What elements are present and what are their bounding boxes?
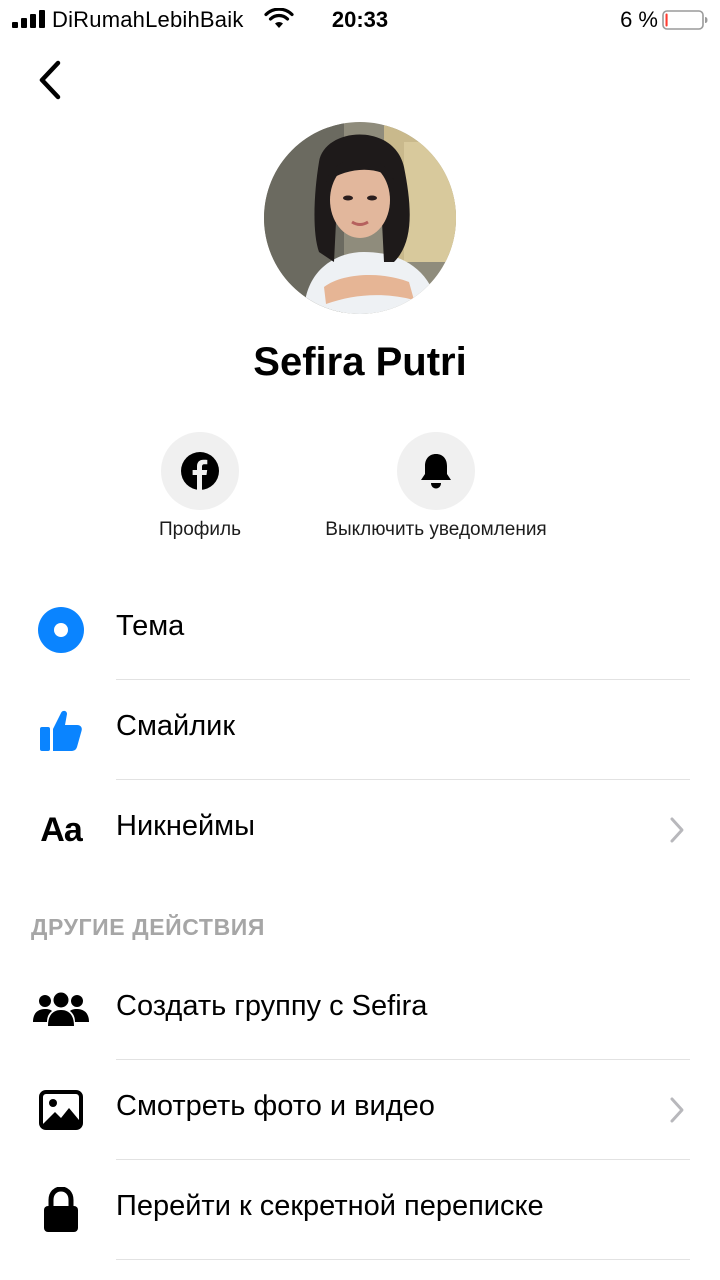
secret-conversation-label: Перейти к секретной переписке xyxy=(116,1190,544,1222)
mute-notifications-action[interactable]: Выключить уведомления xyxy=(296,432,576,541)
other-actions-title: ДРУГИЕ ДЕЙСТВИЯ xyxy=(31,914,266,940)
create-group-label: Создать группу с Sefira xyxy=(116,990,428,1022)
facebook-icon xyxy=(181,452,219,490)
chevron-right-icon xyxy=(670,817,684,843)
aa-icon-text: Aa xyxy=(40,810,82,849)
theme-row[interactable]: Тема xyxy=(0,580,720,680)
divider xyxy=(116,1259,690,1260)
theme-icon xyxy=(30,606,92,654)
mute-notifications-label: Выключить уведомления xyxy=(325,519,547,540)
clock: 20:33 xyxy=(331,7,389,32)
emoji-row[interactable]: Смайлик xyxy=(0,680,720,780)
view-media-label: Смотреть фото и видео xyxy=(116,1090,435,1122)
view-media-row[interactable]: Смотреть фото и видео xyxy=(0,1060,720,1160)
profile-action[interactable]: Профиль xyxy=(150,432,250,541)
aa-icon: Aa xyxy=(30,806,92,854)
nicknames-row[interactable]: Aa Никнеймы xyxy=(0,780,720,880)
thumbs-up-icon xyxy=(30,706,92,754)
theme-label: Тема xyxy=(116,610,185,642)
create-group-row[interactable]: Создать группу с Sefira xyxy=(0,960,720,1060)
battery-icon xyxy=(662,10,708,30)
bell-icon xyxy=(421,454,451,489)
lock-icon xyxy=(30,1186,92,1234)
battery-percent: 6 % xyxy=(620,7,658,32)
photo-icon xyxy=(30,1086,92,1134)
mute-notifications-button[interactable] xyxy=(397,432,475,510)
profile-action-button[interactable] xyxy=(161,432,239,510)
group-icon xyxy=(30,986,92,1034)
avatar-photo xyxy=(264,122,456,314)
chevron-left-icon xyxy=(39,60,61,100)
nicknames-label: Никнеймы xyxy=(116,810,255,842)
profile-name: Sefira Putri xyxy=(253,340,467,384)
secret-conversation-row[interactable]: Перейти к секретной переписке xyxy=(0,1160,720,1260)
back-button[interactable] xyxy=(26,54,74,106)
profile-action-label: Профиль xyxy=(158,519,242,540)
emoji-label: Смайлик xyxy=(116,710,236,742)
status-bar: DiRumahLebihBaik 20:33 6 % xyxy=(0,0,720,40)
chevron-right-icon xyxy=(670,1097,684,1123)
avatar[interactable] xyxy=(264,122,456,314)
